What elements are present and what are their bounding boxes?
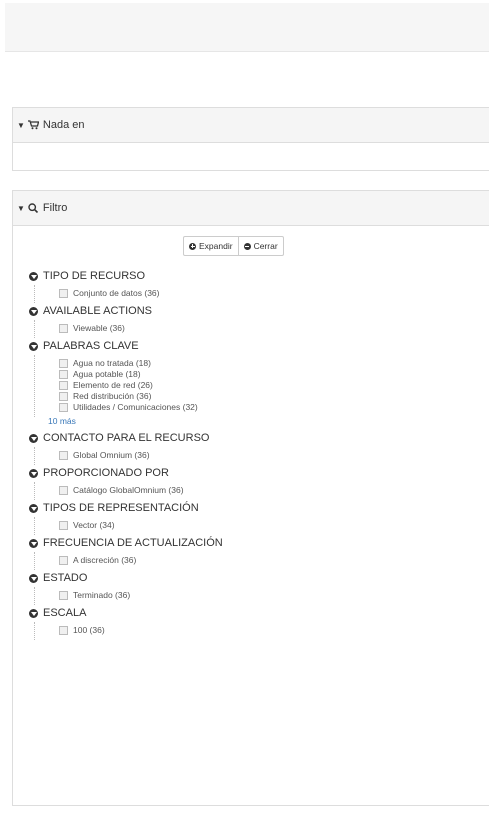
facet-title: PROPORCIONADO POR bbox=[43, 467, 169, 479]
filtro-header[interactable]: ▼ Filtro bbox=[12, 190, 489, 226]
checkbox[interactable] bbox=[59, 359, 68, 368]
minus-circle-icon bbox=[243, 242, 251, 250]
nada-en-body bbox=[12, 143, 489, 171]
checkbox[interactable] bbox=[59, 289, 68, 298]
checkbox[interactable] bbox=[59, 486, 68, 495]
collapse-label: Cerrar bbox=[253, 241, 278, 251]
checkbox[interactable] bbox=[59, 324, 68, 333]
facet-header[interactable]: ESCALA bbox=[29, 605, 469, 622]
collapse-button[interactable]: Cerrar bbox=[237, 237, 283, 255]
facet-option[interactable]: Agua no tratada (18) bbox=[59, 358, 470, 369]
facet-items: 100 (36) bbox=[34, 622, 470, 640]
checkbox[interactable] bbox=[59, 591, 68, 600]
facet-list: TIPO DE RECURSO Conjunto de datos (36) AVA… bbox=[29, 268, 470, 640]
chevron-circle-down-icon bbox=[29, 469, 38, 478]
checkbox[interactable] bbox=[59, 370, 68, 379]
facet-option-label: Global Omnium (36) bbox=[73, 450, 150, 460]
chevron-circle-down-icon bbox=[29, 574, 38, 583]
caret-down-icon: ▼ bbox=[17, 203, 25, 213]
chevron-circle-down-icon bbox=[29, 272, 38, 281]
expand-label: Expandir bbox=[199, 241, 233, 251]
cart-icon bbox=[27, 120, 39, 130]
facet-items: Conjunto de datos (36) bbox=[34, 285, 470, 303]
facet-header[interactable]: CONTACTO PARA EL RECURSO bbox=[29, 430, 469, 447]
facet-option[interactable]: Elemento de red (26) bbox=[59, 380, 470, 391]
chevron-circle-down-icon bbox=[29, 434, 38, 443]
facet-items: Catálogo GlobalOmnium (36) bbox=[34, 482, 470, 500]
facet-option-label: Agua potable (18) bbox=[73, 369, 141, 379]
facet-option[interactable]: Catálogo GlobalOmnium (36) bbox=[59, 485, 470, 496]
facet-header[interactable]: AVAILABLE ACTIONS bbox=[29, 303, 469, 320]
chevron-circle-down-icon bbox=[29, 609, 38, 618]
facet-option-label: Conjunto de datos (36) bbox=[73, 288, 160, 298]
top-bar bbox=[5, 3, 489, 52]
facet-title: PALABRAS CLAVE bbox=[43, 340, 139, 352]
facet-items: A discreción (36) bbox=[34, 552, 470, 570]
facet-option[interactable]: Agua potable (18) bbox=[59, 369, 470, 380]
checkbox[interactable] bbox=[59, 556, 68, 565]
facet-title: TIPO DE RECURSO bbox=[43, 270, 146, 282]
facet-items: Viewable (36) bbox=[34, 320, 470, 338]
facet-option-label: Red distribución (36) bbox=[73, 391, 152, 401]
facet-option-label: Elemento de red (26) bbox=[73, 380, 153, 390]
facet-option[interactable]: Utilidades / Comunicaciones (32) bbox=[59, 402, 470, 413]
facet-option-label: Viewable (36) bbox=[73, 323, 125, 333]
plus-circle-icon bbox=[189, 242, 196, 250]
facet-items: Global Omnium (36) bbox=[34, 447, 470, 465]
facet-option[interactable]: A discreción (36) bbox=[59, 555, 470, 566]
facet-option-label: Agua no tratada (18) bbox=[73, 358, 151, 368]
facet-header[interactable]: FRECUENCIA DE ACTUALIZACIÓN bbox=[29, 535, 469, 552]
expand-collapse-group: Expandir Cerrar bbox=[183, 236, 284, 256]
facet-option[interactable]: Red distribución (36) bbox=[59, 391, 470, 402]
checkbox[interactable] bbox=[59, 381, 68, 390]
facet-option-label: Catálogo GlobalOmnium (36) bbox=[73, 485, 184, 495]
facet-title: FRECUENCIA DE ACTUALIZACIÓN bbox=[43, 537, 223, 549]
facet-option-label: Vector (34) bbox=[73, 520, 115, 530]
facet-header[interactable]: TIPOS DE REPRESENTACIÓN bbox=[29, 500, 469, 517]
facet-option-label: A discreción (36) bbox=[73, 555, 137, 565]
checkbox[interactable] bbox=[59, 403, 68, 412]
facet-option-label: Utilidades / Comunicaciones (32) bbox=[73, 402, 198, 412]
facet-title: ESCALA bbox=[43, 607, 87, 619]
chevron-circle-down-icon bbox=[29, 539, 38, 548]
facet-option[interactable]: Viewable (36) bbox=[59, 323, 470, 334]
facet-header[interactable]: PALABRAS CLAVE bbox=[29, 338, 469, 355]
show-more-link[interactable]: 10 más bbox=[48, 415, 470, 428]
facet-items: Terminado (36) bbox=[34, 587, 470, 605]
chevron-circle-down-icon bbox=[29, 307, 38, 316]
facet-option[interactable]: 100 (36) bbox=[59, 625, 470, 636]
nada-en-title: Nada en bbox=[42, 119, 85, 131]
facet-title: ESTADO bbox=[43, 572, 88, 584]
facet-header[interactable]: PROPORCIONADO POR bbox=[29, 465, 469, 482]
checkbox[interactable] bbox=[59, 521, 68, 530]
checkbox[interactable] bbox=[59, 392, 68, 401]
expand-button[interactable]: Expandir bbox=[184, 237, 238, 255]
checkbox[interactable] bbox=[59, 451, 68, 460]
chevron-circle-down-icon bbox=[29, 342, 38, 351]
facet-option-label: Terminado (36) bbox=[73, 590, 131, 600]
facet-option-label: 100 (36) bbox=[73, 625, 105, 635]
chevron-circle-down-icon bbox=[29, 504, 38, 513]
facet-option[interactable]: Vector (34) bbox=[59, 520, 470, 531]
facet-header[interactable]: ESTADO bbox=[29, 570, 469, 587]
facet-option[interactable]: Global Omnium (36) bbox=[59, 450, 470, 461]
nada-en-header[interactable]: ▼ Nada en bbox=[12, 107, 489, 143]
checkbox[interactable] bbox=[59, 626, 68, 635]
facet-option[interactable]: Conjunto de datos (36) bbox=[59, 288, 470, 299]
facet-title: AVAILABLE ACTIONS bbox=[43, 305, 153, 317]
facet-items: Vector (34) bbox=[34, 517, 470, 535]
search-icon bbox=[28, 203, 39, 213]
filtro-title: Filtro bbox=[42, 202, 68, 214]
facet-items: Agua no tratada (18) Agua potable (18) Ele… bbox=[34, 355, 470, 417]
facet-title: TIPOS DE REPRESENTACIÓN bbox=[43, 502, 199, 514]
facet-header[interactable]: TIPO DE RECURSO bbox=[29, 268, 469, 285]
caret-down-icon: ▼ bbox=[17, 120, 25, 130]
facet-option[interactable]: Terminado (36) bbox=[59, 590, 470, 601]
facet-title: CONTACTO PARA EL RECURSO bbox=[43, 432, 210, 444]
